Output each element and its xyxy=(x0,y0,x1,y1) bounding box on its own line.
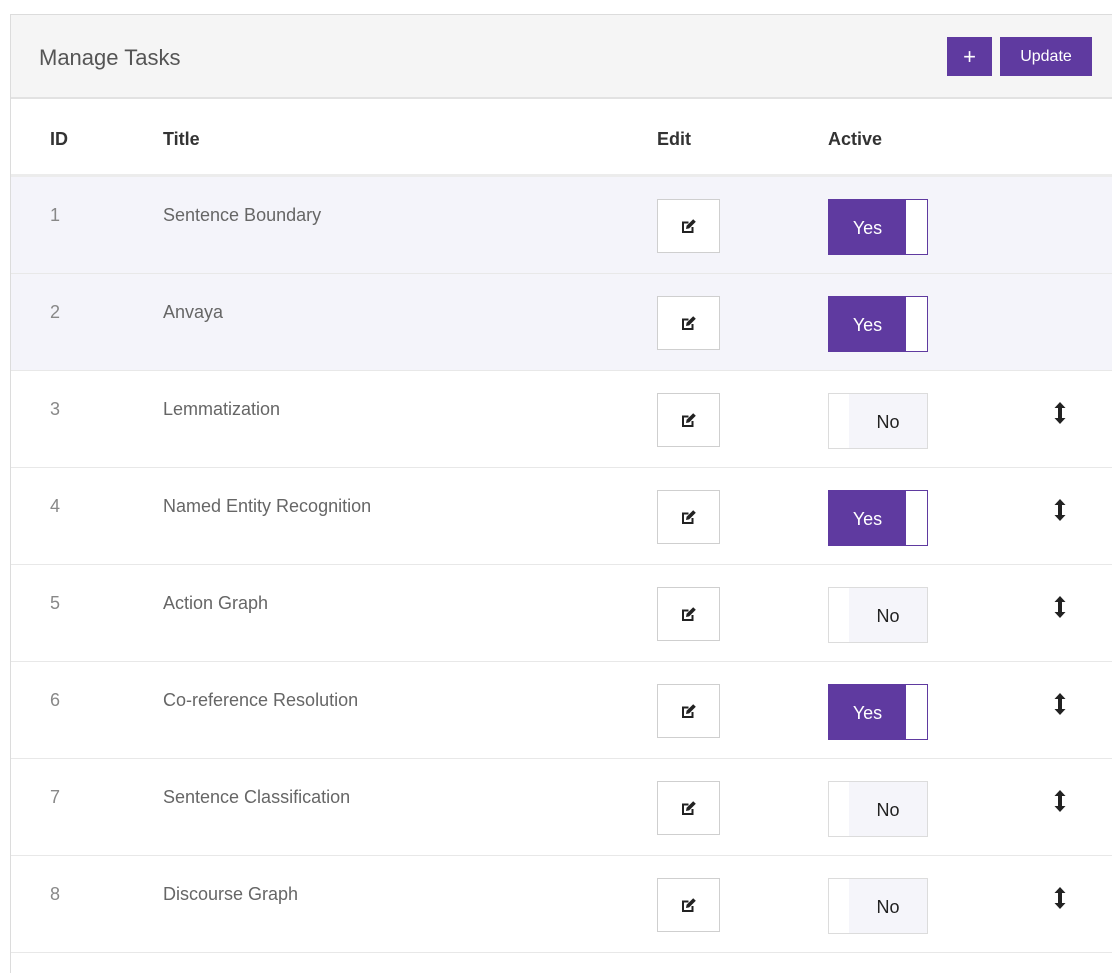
task-title: Sentence Classification xyxy=(163,787,351,807)
table-row: 3 Lemmatization No xyxy=(11,371,1112,468)
active-toggle-label: No xyxy=(876,412,900,432)
table-row: 6 Co-reference Resolution Yes xyxy=(11,662,1112,759)
task-id: 2 xyxy=(50,302,61,322)
edit-task-button[interactable] xyxy=(657,878,720,932)
active-toggle[interactable]: No xyxy=(828,587,928,643)
toggle-knob xyxy=(829,588,849,642)
add-task-button[interactable]: + xyxy=(947,37,992,76)
edit-task-button[interactable] xyxy=(657,587,720,641)
drag-handle-icon[interactable] xyxy=(1052,595,1068,619)
active-toggle-label: No xyxy=(876,897,900,917)
drag-handle-icon[interactable] xyxy=(1052,401,1068,425)
table-row: 5 Action Graph No xyxy=(11,565,1112,662)
toggle-knob xyxy=(829,394,849,448)
table-row: 8 Discourse Graph No xyxy=(11,856,1112,953)
edit-icon xyxy=(680,218,697,235)
active-toggle[interactable]: No xyxy=(828,393,928,449)
toggle-knob xyxy=(906,491,927,545)
task-id: 5 xyxy=(50,593,61,613)
task-id: 8 xyxy=(50,884,61,904)
active-toggle[interactable]: Yes xyxy=(828,490,928,546)
active-toggle[interactable]: Yes xyxy=(828,684,928,740)
edit-task-button[interactable] xyxy=(657,684,720,738)
table-row: 4 Named Entity Recognition Yes xyxy=(11,468,1112,565)
toggle-knob xyxy=(906,297,927,351)
panel-title: Manage Tasks xyxy=(39,45,181,70)
drag-handle-icon[interactable] xyxy=(1052,886,1068,910)
active-toggle-label: No xyxy=(876,800,900,820)
table-row: 7 Sentence Classification No xyxy=(11,759,1112,856)
update-button[interactable]: Update xyxy=(1000,37,1092,76)
active-toggle-label: Yes xyxy=(852,315,883,335)
task-id: 6 xyxy=(50,690,61,710)
task-title: Named Entity Recognition xyxy=(163,496,372,516)
task-title: Co-reference Resolution xyxy=(163,690,359,710)
task-title: Lemmatization xyxy=(163,399,281,419)
active-toggle[interactable]: Yes xyxy=(828,199,928,255)
edit-task-button[interactable] xyxy=(657,296,720,350)
edit-icon xyxy=(680,315,697,332)
task-table-body: 1 Sentence Boundary Yes 2 Anvaya Yes 3 Lemmatiz… xyxy=(11,177,1112,953)
manage-tasks-panel: Manage Tasks + Update ID Title Edit Acti… xyxy=(10,14,1112,973)
column-header-edit: Edit xyxy=(657,129,691,149)
task-id: 1 xyxy=(50,205,61,225)
column-header-title: Title xyxy=(163,129,200,149)
toggle-knob xyxy=(906,200,927,254)
column-header-id: ID xyxy=(50,129,68,149)
active-toggle-label: Yes xyxy=(852,218,883,238)
task-id: 7 xyxy=(50,787,61,807)
drag-handle-icon[interactable] xyxy=(1052,692,1068,716)
active-toggle[interactable]: No xyxy=(828,781,928,837)
panel-header: Manage Tasks + Update xyxy=(11,15,1112,99)
table-row: 2 Anvaya Yes xyxy=(11,274,1112,371)
edit-task-button[interactable] xyxy=(657,781,720,835)
active-toggle-label: Yes xyxy=(852,703,883,723)
edit-icon xyxy=(680,606,697,623)
edit-icon xyxy=(680,509,697,526)
table-header: ID Title Edit Active xyxy=(11,99,1112,177)
active-toggle-label: Yes xyxy=(852,509,883,529)
task-title: Discourse Graph xyxy=(163,884,299,904)
task-title: Action Graph xyxy=(163,593,269,613)
active-toggle[interactable]: No xyxy=(828,878,928,934)
edit-icon xyxy=(680,897,697,914)
active-toggle[interactable]: Yes xyxy=(828,296,928,352)
task-id: 3 xyxy=(50,399,61,419)
table-row: 1 Sentence Boundary Yes xyxy=(11,177,1112,274)
active-toggle-label: No xyxy=(876,606,900,626)
toggle-knob xyxy=(829,782,849,836)
edit-task-button[interactable] xyxy=(657,199,720,253)
edit-icon xyxy=(680,703,697,720)
task-title: Sentence Boundary xyxy=(163,205,322,225)
edit-icon xyxy=(680,412,697,429)
drag-handle-icon[interactable] xyxy=(1052,498,1068,522)
task-title: Anvaya xyxy=(163,302,224,322)
edit-task-button[interactable] xyxy=(657,393,720,447)
toggle-knob xyxy=(829,879,849,933)
edit-icon xyxy=(680,800,697,817)
toggle-knob xyxy=(906,685,927,739)
edit-task-button[interactable] xyxy=(657,490,720,544)
drag-handle-icon[interactable] xyxy=(1052,789,1068,813)
task-id: 4 xyxy=(50,496,61,516)
column-header-active: Active xyxy=(828,129,883,149)
